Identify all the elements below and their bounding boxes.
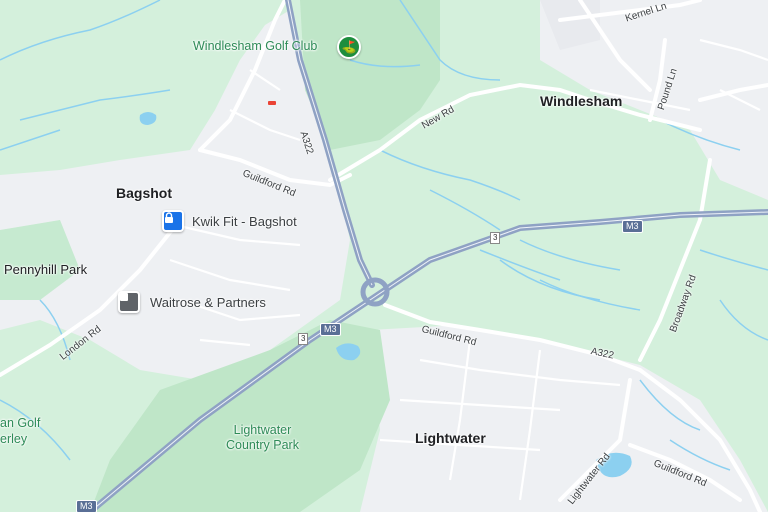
windlesham-label[interactable]: Windlesham (540, 93, 622, 109)
golf-partial-label: an Golf erley (0, 415, 40, 447)
shopping-icon-glyph (120, 293, 128, 301)
junction-marker-2: 3 (298, 333, 309, 345)
golf-partial-line-1: an Golf (0, 416, 41, 430)
lightwater-urban-area (360, 325, 768, 512)
shopping-icon[interactable] (118, 291, 140, 313)
lock-icon-glyph (165, 212, 173, 223)
bagshot-urban-area (0, 10, 350, 380)
lightwater-label[interactable]: Lightwater (415, 430, 486, 446)
park-label-line-2: Country Park (226, 438, 299, 452)
map-base-layer (0, 0, 768, 512)
golf-icon[interactable]: ⛳ (337, 35, 361, 59)
kwik-fit-label[interactable]: Kwik Fit - Bagshot (192, 214, 297, 229)
waitrose-label[interactable]: Waitrose & Partners (150, 295, 266, 310)
windlesham-golf-club-label[interactable]: Windlesham Golf Club (193, 39, 317, 53)
m3-shield-sw: M3 (76, 500, 97, 512)
golf-partial-line-2: erley (0, 432, 28, 446)
m3-shield-mid: M3 (320, 323, 341, 336)
pennyhill-park-label[interactable]: Pennyhill Park (4, 262, 87, 277)
map-canvas[interactable]: Windlesham Golf Club ⛳ Windlesham Bagsho… (0, 0, 768, 512)
junction-marker-1: 3 (490, 232, 501, 244)
m3-shield-east: M3 (622, 220, 643, 233)
red-marker (268, 101, 276, 105)
bagshot-label[interactable]: Bagshot (116, 185, 172, 201)
lightwater-country-park-label[interactable]: Lightwater Country Park (226, 423, 299, 453)
lake-3 (139, 112, 157, 125)
park-label-line-1: Lightwater (233, 423, 292, 437)
lock-icon[interactable] (162, 210, 184, 232)
